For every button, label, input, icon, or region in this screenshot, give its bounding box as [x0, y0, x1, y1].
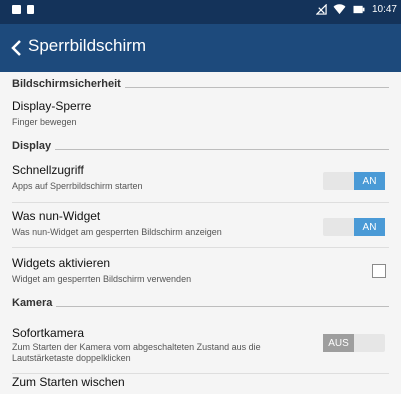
setting-widgets-aktivieren[interactable]: Widgets aktivieren Widget am gesperrten …: [0, 249, 401, 289]
setting-title: Sofortkamera: [12, 326, 85, 340]
section-divider: [55, 148, 389, 150]
setting-was-nun-widget[interactable]: Was nun-Widget Was nun-Widget am gesperr…: [0, 204, 401, 244]
chevron-left-icon: [11, 40, 21, 56]
status-time: 10:47: [371, 4, 397, 15]
setting-subtitle: Was nun-Widget am gesperrten Bildschirm …: [12, 227, 222, 237]
setting-subtitle: Widget am gesperrten Bildschirm verwende…: [12, 274, 192, 284]
setting-subtitle-line-2: Lautstärketaste doppelklicken: [12, 353, 131, 363]
setting-subtitle-line-1: Zum Starten der Kamera vom abgeschaltete…: [12, 342, 261, 352]
page-title: Sperrbildschirm: [28, 36, 147, 55]
setting-subtitle: Finger bewegen: [12, 117, 77, 127]
sofortkamera-toggle[interactable]: AUS: [323, 334, 385, 352]
was-nun-widget-toggle[interactable]: AN: [323, 218, 385, 236]
schnellzugriff-toggle[interactable]: AN: [323, 172, 385, 190]
section-kamera: Kamera: [12, 293, 389, 313]
signal-icon: [315, 4, 327, 15]
setting-sofortkamera[interactable]: Sofortkamera Zum Starten der Kamera vom …: [0, 317, 401, 371]
app-bar: Sperrbildschirm: [0, 24, 401, 72]
battery-charging-icon: [353, 5, 365, 14]
setting-title: Was nun-Widget: [12, 209, 101, 223]
setting-title: Widgets aktivieren: [12, 256, 111, 270]
setting-schnellzugriff[interactable]: Schnellzugriff Apps auf Sperrbildschirm …: [0, 158, 401, 200]
section-label: Display: [12, 140, 52, 152]
toggle-state: AUS: [323, 334, 354, 352]
setting-title: Zum Starten wischen: [12, 375, 125, 389]
sd-card-icon: [27, 5, 34, 14]
section-label: Bildschirmsicherheit: [12, 78, 121, 90]
settings-list: Bildschirmsicherheit Display-Sperre Fing…: [0, 72, 401, 389]
toggle-state: AN: [354, 172, 385, 190]
section-display: Display: [12, 136, 389, 156]
row-divider: [12, 247, 389, 248]
message-icon: [12, 5, 21, 14]
setting-title: Schnellzugriff: [12, 163, 84, 177]
section-bildschirmsicherheit: Bildschirmsicherheit: [12, 74, 389, 94]
back-button[interactable]: [6, 38, 26, 58]
section-divider: [56, 305, 389, 307]
status-bar: 10:47: [0, 0, 401, 24]
status-right-icons: 10:47: [315, 4, 397, 15]
section-label: Kamera: [12, 297, 53, 309]
setting-title: Display-Sperre: [12, 99, 92, 113]
setting-display-sperre[interactable]: Display-Sperre Finger bewegen: [0, 94, 401, 136]
section-divider: [124, 86, 389, 88]
toggle-state: AN: [354, 218, 385, 236]
widgets-aktivieren-checkbox[interactable]: [372, 264, 386, 278]
setting-subtitle: Apps auf Sperrbildschirm starten: [12, 181, 143, 191]
wifi-icon: [333, 4, 346, 15]
status-left-icons: [12, 5, 34, 14]
row-divider: [12, 202, 389, 203]
setting-zum-starten-wischen[interactable]: Zum Starten wischen: [0, 374, 401, 394]
